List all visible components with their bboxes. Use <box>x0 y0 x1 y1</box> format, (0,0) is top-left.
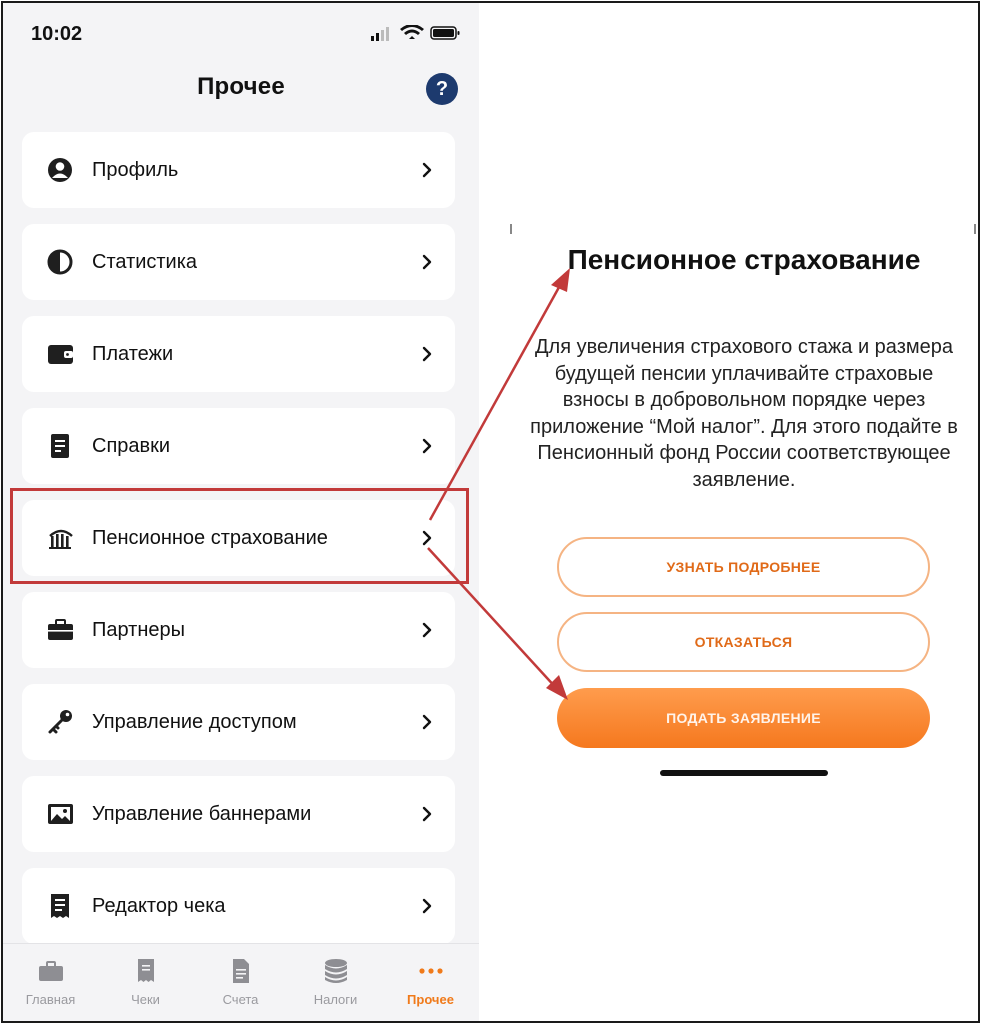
learn-more-button[interactable]: УЗНАТЬ ПОДРОБНЕЕ <box>557 537 930 597</box>
menu-item-statistics[interactable]: Статистика <box>22 224 455 300</box>
chevron-right-icon <box>422 254 432 270</box>
receipt-icon <box>138 959 154 982</box>
apply-button[interactable]: ПОДАТЬ ЗАЯВЛЕНИЕ <box>557 688 930 748</box>
receipt-icon <box>51 894 69 918</box>
battery-icon <box>430 26 460 40</box>
wallet-icon <box>48 345 73 364</box>
chevron-right-icon <box>422 438 432 454</box>
tab-label: Прочее <box>407 992 454 1007</box>
tab-invoices[interactable]: Счета <box>193 944 288 1021</box>
signal-icon <box>371 27 389 41</box>
menu-item-certificates[interactable]: Справки <box>22 408 455 484</box>
crop-mark <box>974 224 976 234</box>
menu-item-partners[interactable]: Партнеры <box>22 592 455 668</box>
menu-item-label: Управление баннерами <box>92 803 312 825</box>
highlight-box <box>10 488 469 584</box>
pension-title: Пенсионное страхование <box>567 244 921 275</box>
chevron-right-icon <box>422 346 432 362</box>
menu-item-label: Справки <box>92 435 171 457</box>
tab-label: Главная <box>25 992 76 1007</box>
tab-label: Счета <box>222 992 259 1007</box>
coins-icon <box>325 959 347 983</box>
status-bar: 10:02 <box>3 3 479 63</box>
document-icon <box>51 434 69 458</box>
page-title: Прочее <box>197 73 285 100</box>
menu-item-label: Платежи <box>92 343 174 365</box>
wifi-icon <box>400 25 424 39</box>
tab-label: Чеки <box>131 992 160 1007</box>
stats-pie-icon <box>47 249 73 275</box>
tab-label: Налоги <box>313 992 358 1007</box>
menu-item-profile[interactable]: Профиль <box>22 132 455 208</box>
profile-icon <box>48 158 72 182</box>
chevron-right-icon <box>422 622 432 638</box>
menu-item-label: Управление доступом <box>92 711 297 733</box>
menu-item-payments[interactable]: Платежи <box>22 316 455 392</box>
tab-bar: Главная Чеки Счета Налоги Прочее <box>3 943 479 1021</box>
chevron-right-icon <box>422 162 432 178</box>
pension-description: Для увеличения страхового стажа и размер… <box>530 336 958 491</box>
briefcase-icon <box>48 619 73 640</box>
image-icon <box>48 804 73 824</box>
crop-mark <box>510 224 512 234</box>
key-icon <box>48 710 72 734</box>
chevron-right-icon <box>422 714 432 730</box>
home-indicator <box>660 770 828 776</box>
document-icon <box>233 959 249 983</box>
status-icons <box>371 25 460 41</box>
menu-item-label: Профиль <box>92 159 179 181</box>
tab-home[interactable]: Главная <box>3 944 98 1021</box>
menu-item-access-management[interactable]: Управление доступом <box>22 684 455 760</box>
tab-receipts[interactable]: Чеки <box>98 944 193 1021</box>
more-dots-icon <box>419 968 443 974</box>
menu-item-label: Редактор чека <box>92 895 226 917</box>
menu-item-label: Партнеры <box>92 619 186 641</box>
tab-other[interactable]: Прочее <box>383 944 478 1021</box>
menu-item-label: Статистика <box>92 251 198 273</box>
briefcase-icon <box>39 961 63 981</box>
menu-item-receipt-editor[interactable]: Редактор чека <box>22 868 455 944</box>
chevron-right-icon <box>422 898 432 914</box>
decline-button[interactable]: ОТКАЗАТЬСЯ <box>557 612 930 672</box>
help-button[interactable]: ? <box>426 73 458 105</box>
tab-taxes[interactable]: Налоги <box>288 944 383 1021</box>
chevron-right-icon <box>422 806 432 822</box>
status-time: 10:02 <box>31 23 83 45</box>
menu-item-banner-management[interactable]: Управление баннерами <box>22 776 455 852</box>
